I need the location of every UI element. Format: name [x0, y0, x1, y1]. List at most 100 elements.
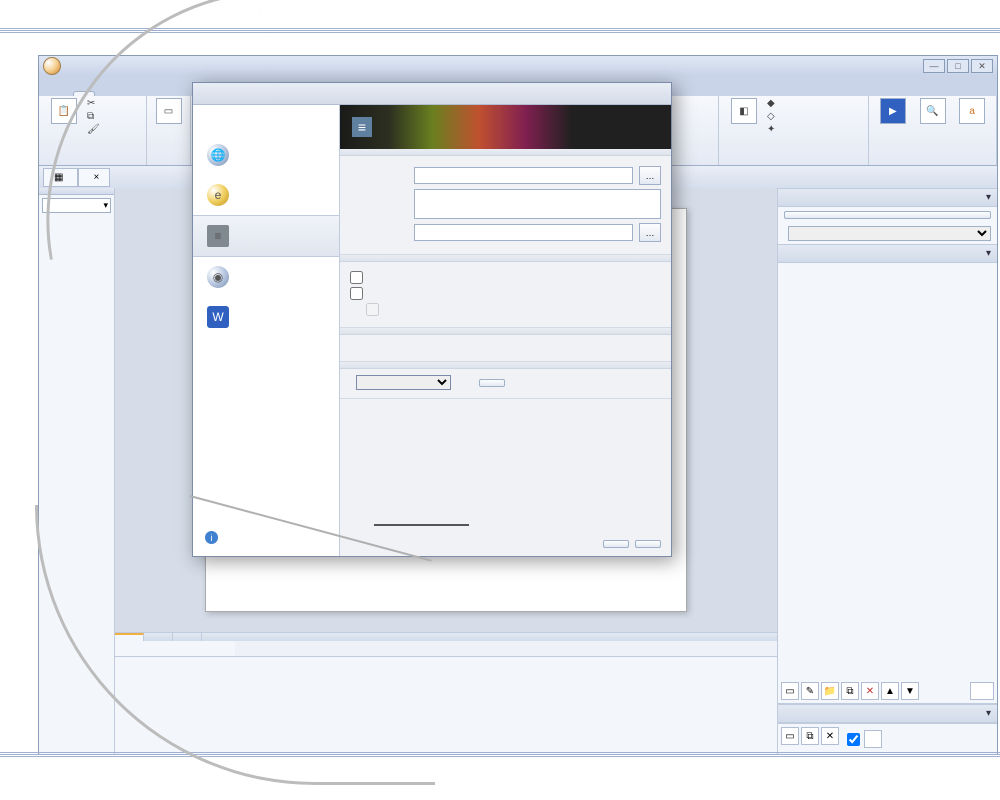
section-output — [340, 362, 671, 369]
publish-cancel-button[interactable] — [635, 540, 661, 548]
timeline-ruler[interactable] — [235, 641, 777, 657]
brush-icon: 🖌 — [87, 124, 100, 135]
preview-button[interactable]: 🔍 — [915, 98, 951, 125]
effects-icon: ✦ — [767, 124, 775, 135]
publish-opt-cd[interactable]: ◉ — [193, 257, 339, 297]
publish-confirm-button[interactable] — [603, 540, 629, 548]
copy-icon: ⧉ — [87, 111, 94, 122]
quick-styles-button[interactable]: ◧ — [725, 98, 763, 125]
notes-tab[interactable] — [173, 633, 202, 641]
layers-toolbar: ▭ ⧉ ✕ — [778, 723, 997, 754]
publish-dialog: 🌐 e ≡ ◉ W i ≡ … … — [192, 82, 672, 557]
copy-button[interactable]: ⧉ — [87, 111, 103, 122]
desc-input[interactable] — [414, 189, 661, 219]
lms-select[interactable] — [356, 375, 451, 390]
section-properties — [340, 328, 671, 335]
scenes-panel: ▾ — [39, 188, 115, 754]
folder-input[interactable] — [414, 224, 633, 241]
states-tab[interactable] — [144, 633, 173, 641]
delete-icon[interactable]: ✕ — [861, 682, 879, 700]
fill-icon: ◆ — [767, 98, 775, 109]
reporting-tracking-button[interactable] — [479, 379, 505, 387]
ipad-checkbox[interactable] — [350, 287, 363, 300]
folder-browse-button[interactable]: … — [639, 223, 661, 242]
edit-truefalse-button[interactable] — [784, 211, 991, 219]
minimize-button[interactable]: — — [923, 59, 945, 73]
format-painter-button[interactable]: 🖌 — [87, 124, 103, 135]
up-icon[interactable]: ▲ — [881, 682, 899, 700]
offline-checkbox-row — [366, 303, 661, 316]
maximize-button[interactable]: □ — [947, 59, 969, 73]
lms-banner-icon: ≡ — [352, 117, 372, 137]
html5-checkbox-row[interactable] — [350, 271, 661, 284]
cut-button[interactable]: ✂ — [87, 98, 103, 109]
lms-icon: ≡ — [207, 225, 229, 247]
shape-effects-button[interactable]: ✦ — [767, 124, 778, 135]
articulate-icon: e — [207, 184, 229, 206]
info-icon: i — [205, 531, 218, 544]
paste-button[interactable]: 📋 — [45, 98, 83, 125]
player-icon: ▶ — [880, 98, 906, 124]
html5-checkbox[interactable] — [350, 271, 363, 284]
chevron-icon: ▾ — [986, 248, 991, 259]
title-browse-button[interactable]: … — [639, 166, 661, 185]
ipad-checkbox-row[interactable] — [350, 287, 661, 300]
titlebar: — □ ✕ — [39, 56, 997, 76]
preview-icon: 🔍 — [920, 98, 946, 124]
offline-checkbox — [366, 303, 379, 316]
lms-dropdown[interactable] — [374, 524, 469, 526]
publish-opt-word[interactable]: W — [193, 297, 339, 337]
timeline-tab[interactable] — [115, 633, 144, 641]
down-icon[interactable]: ▼ — [901, 682, 919, 700]
question-panel-header[interactable]: ▾ — [778, 188, 997, 207]
triggers-panel-header[interactable]: ▾ — [778, 244, 997, 263]
layers-panel-header[interactable]: ▾ — [778, 704, 997, 723]
app-orb-button[interactable] — [43, 57, 61, 75]
styles-icon: ◧ — [731, 98, 757, 124]
publish-icon: a — [959, 98, 985, 124]
publish-opt-articulate[interactable]: e — [193, 175, 339, 215]
add-layer-icon[interactable]: ▭ — [781, 727, 799, 745]
close-button[interactable]: ✕ — [971, 59, 993, 73]
cd-icon: ◉ — [207, 266, 229, 288]
new-slide-button[interactable]: ▭ — [153, 98, 184, 125]
publish-opt-lms[interactable]: ≡ — [193, 215, 339, 257]
publish-opt-web[interactable]: 🌐 — [193, 135, 339, 175]
publish-button[interactable]: a — [954, 98, 990, 125]
cut-icon: ✂ — [87, 98, 95, 109]
player-button[interactable]: ▶ — [875, 98, 911, 125]
dim-checkbox[interactable] — [847, 733, 860, 746]
add-icon[interactable]: ▭ — [781, 682, 799, 700]
section-title-location — [340, 149, 671, 156]
outline-icon: ◇ — [767, 111, 775, 122]
edit-icon[interactable]: ✎ — [801, 682, 819, 700]
slide-icon: ▭ — [156, 98, 182, 124]
scenes-header — [39, 188, 114, 195]
dim-label — [864, 730, 882, 748]
scene-select[interactable]: ▾ — [42, 198, 111, 213]
learn-more-link[interactable]: i — [205, 531, 222, 544]
chevron-icon: ▾ — [986, 708, 991, 719]
results-slide-select[interactable] — [788, 226, 991, 241]
section-html5 — [340, 255, 671, 262]
triggers-toolbar: ▭ ✎ 📁 ⧉ ✕ ▲ ▼ — [778, 679, 997, 704]
paste-icon: 📋 — [51, 98, 77, 124]
grid-icon: ▦ — [54, 172, 63, 183]
delete-layer-icon[interactable]: ✕ — [821, 727, 839, 745]
globe-icon: 🌐 — [207, 144, 229, 166]
lms-banner: ≡ — [340, 105, 671, 149]
tab-current-slide[interactable]: × — [78, 168, 110, 187]
trigger-condition — [778, 275, 997, 281]
folder-icon[interactable]: 📁 — [821, 682, 839, 700]
shape-fill-button[interactable]: ◆ — [767, 98, 778, 109]
title-input[interactable] — [414, 167, 633, 184]
close-tab-icon[interactable]: × — [93, 172, 99, 183]
shape-outline-button[interactable]: ◇ — [767, 111, 778, 122]
variables-button[interactable] — [970, 682, 994, 700]
chevron-down-icon: ▾ — [103, 200, 108, 211]
chevron-icon: ▾ — [986, 192, 991, 203]
word-icon: W — [207, 306, 229, 328]
tab-story-view[interactable]: ▦ — [43, 168, 78, 187]
duplicate-layer-icon[interactable]: ⧉ — [801, 727, 819, 745]
copy-icon[interactable]: ⧉ — [841, 682, 859, 700]
